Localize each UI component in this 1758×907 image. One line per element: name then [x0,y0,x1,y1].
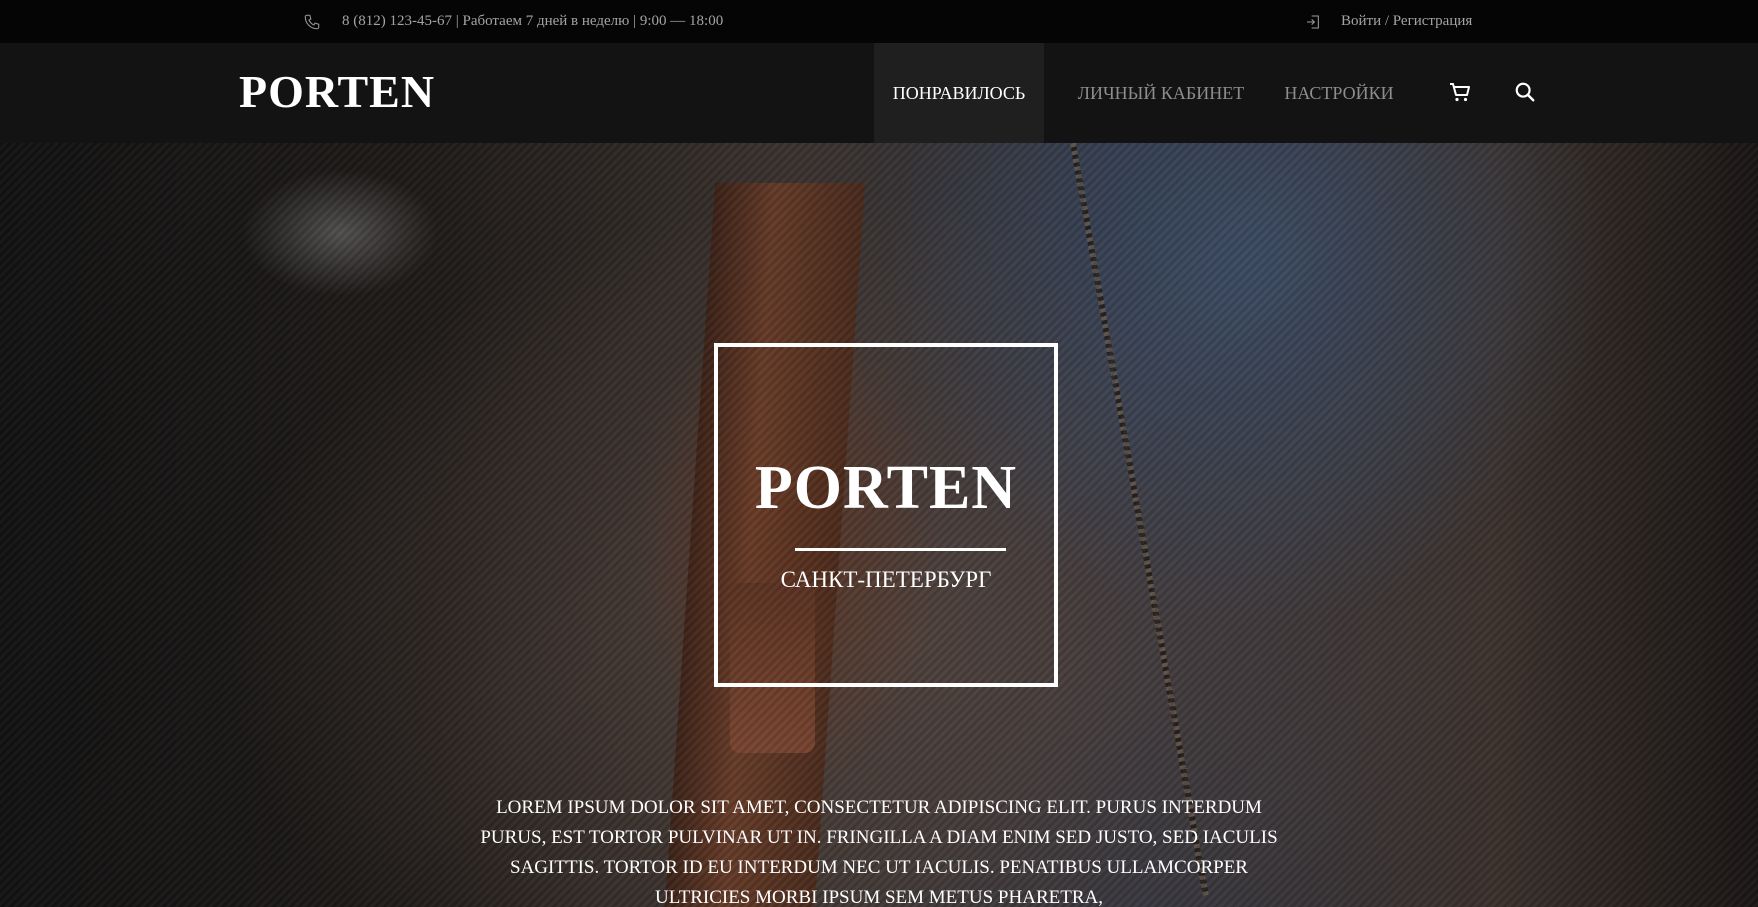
nav-settings[interactable]: НАСТРОЙКИ [1278,43,1400,143]
nav-personal-account[interactable]: ЛИЧНЫЙ КАБИНЕТ [1064,43,1258,143]
hero-title: PORTEN [754,454,1018,522]
search-icon[interactable] [1514,81,1536,103]
contact-info: 8 (812) 123-45-67 | Работаем 7 дней в не… [342,13,724,29]
hero-background-zipper [1070,143,1209,896]
main-header: PORTEN ПОНРАВИЛОСЬ ЛИЧНЫЙ КАБИНЕТ НАСТРО… [0,43,1758,143]
hero-brand-box: PORTEN САНКТ-ПЕТЕРБУРГ [714,343,1058,687]
site-logo[interactable]: PORTEN [239,69,435,115]
nav-liked[interactable]: ПОНРАВИЛОСЬ [874,43,1044,143]
hero-description: LOREM IPSUM DOLOR SIT AMET, CONSECTETUR … [480,797,1278,907]
hero-divider [795,548,1006,551]
phone-icon [304,14,320,30]
login-icon[interactable] [1305,14,1321,30]
login-register-link[interactable]: Войти / Регистрация [1341,13,1472,30]
top-bar: 8 (812) 123-45-67 | Работаем 7 дней в не… [0,0,1758,43]
hero-banner: PORTEN САНКТ-ПЕТЕРБУРГ LOREM IPSUM DOLOR… [0,143,1758,907]
hero-city: САНКТ-ПЕТЕРБУРГ [780,567,992,592]
cart-icon[interactable] [1448,80,1472,104]
